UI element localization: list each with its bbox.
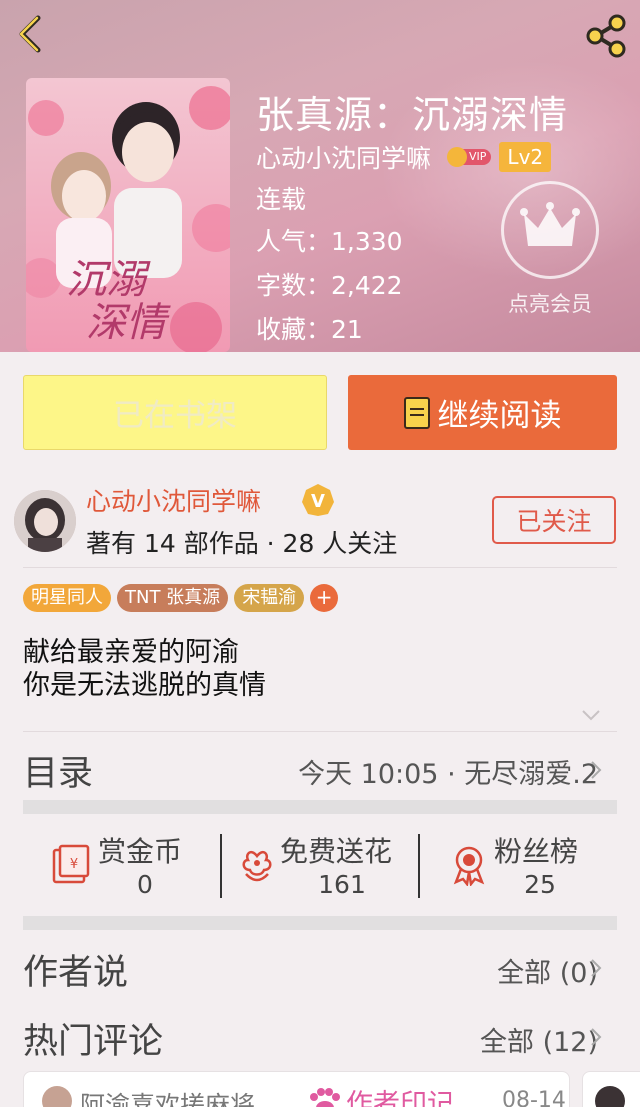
chevron-right-icon — [588, 758, 604, 782]
author-avatar[interactable] — [14, 490, 76, 552]
verified-icon: V — [300, 482, 336, 518]
follow-label: 已关注 — [516, 507, 592, 536]
chevron-right-icon — [588, 956, 604, 980]
intro-line: 献给最亲爱的阿渝 — [23, 637, 239, 668]
red-envelope-icon: ¥ — [52, 844, 90, 884]
section-band — [23, 916, 617, 930]
hot-comments-all-link[interactable]: 全部 (12) — [480, 1020, 598, 1059]
author-name[interactable]: 心动小沈同学嘛 — [86, 482, 261, 518]
author-mark-badge: 作者印记 — [306, 1082, 454, 1107]
svg-text:沉溺: 沉溺 — [66, 257, 151, 303]
commenter-avatar — [595, 1086, 625, 1107]
vip-badge: VIP — [447, 147, 492, 167]
follow-button[interactable]: 已关注 — [492, 496, 616, 544]
book-header: 沉溺 深情 张真源：沉溺深情 心动小沈同学嘛 VIP Lv2 连载 人气：1,3… — [0, 0, 640, 352]
svg-text:深情: 深情 — [86, 300, 171, 346]
tag-chip[interactable]: 宋韫渝 — [234, 584, 305, 612]
share-button[interactable] — [584, 14, 628, 58]
fan-ranking-button[interactable]: 粉丝榜 25 — [448, 830, 598, 900]
section-band — [23, 800, 617, 814]
chevron-right-icon — [588, 1025, 604, 1049]
divider — [23, 731, 617, 732]
commenter-avatar — [42, 1086, 72, 1107]
toc-latest-chapter[interactable]: 今天 10:05 · 无尽溺爱.2 — [298, 752, 598, 791]
stat-value: 21 — [331, 315, 363, 344]
paw-icon — [310, 1087, 340, 1107]
tag-list: 明星同人 TNT 张真源 宋韫渝 + — [23, 584, 339, 612]
commenter-name: 阿渝喜欢搓麻将 — [80, 1091, 256, 1107]
divider — [23, 567, 617, 568]
book-cover-art: 沉溺 深情 — [26, 78, 230, 352]
tag-chip[interactable]: 明星同人 — [23, 584, 111, 612]
add-tag-button[interactable]: + — [310, 584, 339, 612]
flower-icon — [242, 850, 272, 882]
stat-label: 字数： — [256, 271, 332, 300]
metric-label: 免费送花 — [280, 835, 393, 868]
in-bookshelf-button[interactable]: 已在书架 — [23, 375, 327, 450]
book-intro: 献给最亲爱的阿渝 你是无法逃脱的真情 — [23, 636, 266, 702]
stat-value: 1,330 — [331, 227, 403, 256]
metric-value: 0 — [137, 870, 153, 899]
metric-value: 25 — [524, 870, 556, 899]
stat-popularity: 人气：1,330 — [256, 222, 403, 258]
vip-membership-label[interactable]: 点亮会员 — [480, 288, 620, 318]
toc-label[interactable]: 目录 — [23, 745, 93, 796]
book-icon — [403, 396, 430, 429]
verify-mark: V — [311, 491, 325, 512]
book-cover[interactable]: 沉溺 深情 — [26, 78, 230, 352]
tag-chip[interactable]: TNT 张真源 — [117, 584, 229, 612]
author-says-title: 作者说 — [23, 953, 129, 993]
avatar-image — [14, 490, 76, 552]
author-row: 心动小沈同学嘛 VIP Lv2 — [256, 139, 552, 175]
metric-label: 粉丝榜 — [494, 835, 579, 868]
stat-favorites: 收藏：21 — [256, 310, 363, 346]
reward-coins-button[interactable]: ¥ 赏金币 0 — [50, 830, 200, 900]
stat-value: 2,422 — [331, 271, 403, 300]
svg-text:¥: ¥ — [70, 857, 78, 872]
share-icon — [586, 14, 626, 58]
stat-word-count: 字数：2,422 — [256, 266, 403, 302]
author-info: 著有 14 部作品 · 28 人关注 — [86, 529, 398, 558]
continue-reading-button[interactable]: 继续阅读 — [348, 375, 617, 450]
divider — [220, 834, 222, 898]
comment-card[interactable]: 阿渝喜欢搓麻将 作者印记 08-14 — [23, 1071, 570, 1107]
chevron-down-icon[interactable] — [580, 706, 602, 724]
crown-icon — [447, 147, 468, 167]
continue-reading-label: 继续阅读 — [437, 398, 562, 434]
metric-label: 赏金币 — [98, 835, 183, 868]
free-flowers-button[interactable]: 免费送花 161 — [236, 830, 416, 900]
intro-line: 你是无法逃脱的真情 — [23, 670, 266, 701]
stat-label: 收藏： — [256, 315, 332, 344]
author-says-all-link[interactable]: 全部 (0) — [497, 951, 598, 990]
medal-icon — [453, 846, 485, 886]
level-badge: Lv2 — [499, 142, 552, 172]
back-button[interactable] — [14, 14, 48, 54]
comment-date: 08-14 — [502, 1088, 566, 1107]
metric-value: 161 — [318, 870, 366, 899]
chevron-left-icon — [19, 15, 41, 53]
in-bookshelf-label: 已在书架 — [113, 398, 237, 434]
serial-status: 连载 — [256, 185, 307, 214]
crown-icon — [520, 202, 580, 246]
book-title: 张真源：沉溺深情 — [256, 93, 569, 137]
author-mark-label: 作者印记 — [346, 1089, 454, 1107]
comment-card[interactable] — [582, 1071, 640, 1107]
stat-label: 人气： — [256, 227, 332, 256]
vip-membership-button[interactable] — [501, 181, 599, 279]
hot-comments-title: 热门评论 — [23, 1022, 164, 1062]
author-link[interactable]: 心动小沈同学嘛 — [256, 139, 431, 175]
divider — [418, 834, 420, 898]
